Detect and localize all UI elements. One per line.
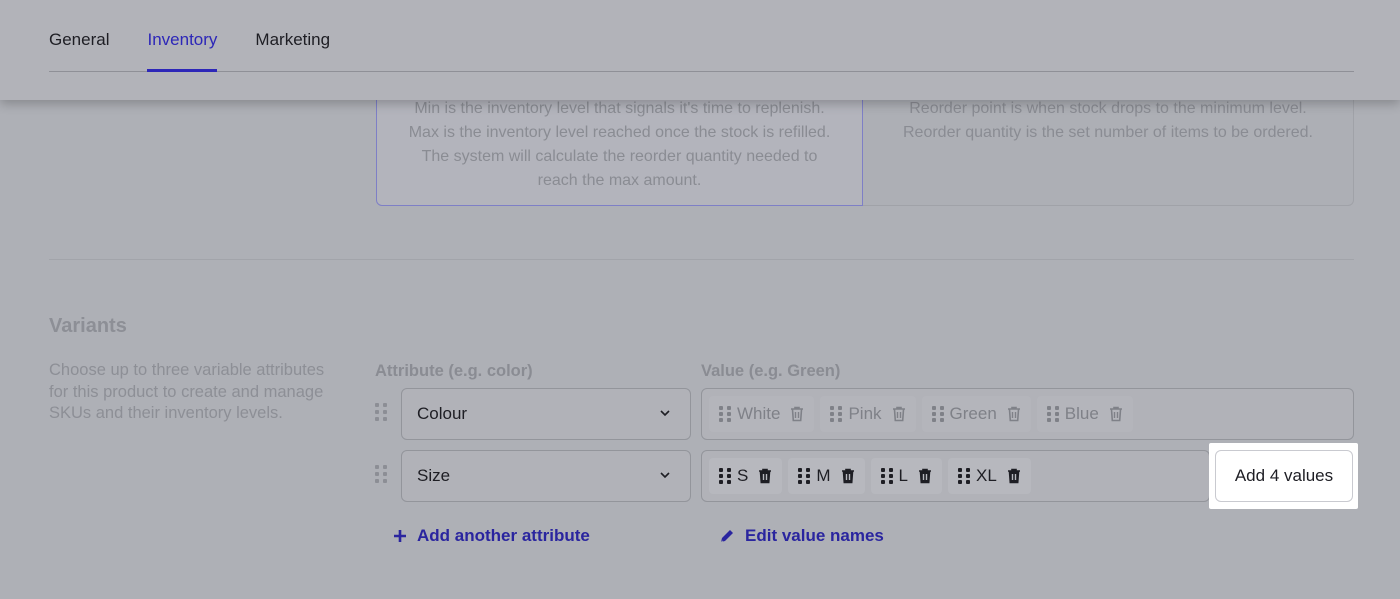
trash-icon[interactable] bbox=[758, 468, 772, 484]
tab-bar: General Inventory Marketing bbox=[0, 0, 1400, 100]
attribute-select-colour[interactable]: Colour bbox=[401, 388, 691, 440]
grip-icon bbox=[830, 406, 843, 422]
reorder-point-description: Reorder point is when stock drops to the… bbox=[903, 100, 1313, 141]
grip-icon bbox=[1046, 406, 1059, 422]
value-chip-label: Pink bbox=[848, 404, 882, 423]
trash-icon[interactable] bbox=[1007, 406, 1021, 422]
attribute-select-value: Size bbox=[417, 466, 451, 485]
value-chip-label: White bbox=[737, 404, 781, 423]
variants-description: Choose up to three variable attributes f… bbox=[49, 361, 325, 422]
add-another-attribute-link[interactable]: Add another attribute bbox=[393, 526, 590, 546]
pencil-icon bbox=[721, 530, 733, 542]
tabs: General Inventory Marketing bbox=[49, 0, 1354, 72]
trash-icon[interactable] bbox=[1007, 468, 1021, 484]
add-values-button[interactable]: Add 4 values bbox=[1215, 450, 1353, 502]
value-chip[interactable]: Green bbox=[921, 396, 1031, 432]
edit-value-names-link[interactable]: Edit value names bbox=[719, 526, 884, 546]
trash-icon[interactable] bbox=[918, 468, 932, 484]
attribute-column-label: Attribute (e.g. color) bbox=[375, 362, 533, 380]
grip-icon bbox=[931, 406, 944, 422]
chevron-down-icon bbox=[660, 472, 670, 479]
value-chip-label: S bbox=[737, 466, 749, 485]
grip-icon bbox=[880, 468, 893, 484]
min-max-description: Min is the inventory level that signals … bbox=[408, 100, 831, 189]
grip-icon bbox=[798, 468, 811, 484]
attribute-select-size[interactable]: Size bbox=[401, 450, 691, 502]
edit-value-names-label: Edit value names bbox=[745, 526, 884, 545]
tab-marketing[interactable]: Marketing bbox=[255, 0, 330, 71]
chevron-down-icon bbox=[660, 410, 670, 417]
plus-icon bbox=[394, 530, 406, 542]
row-drag-handle-icon[interactable] bbox=[375, 465, 387, 485]
value-chip[interactable]: XL bbox=[947, 458, 1031, 494]
value-chip-label: L bbox=[898, 466, 908, 485]
attribute-select-value: Colour bbox=[417, 404, 468, 423]
trash-icon[interactable] bbox=[892, 406, 906, 422]
variants-title: Variants bbox=[49, 315, 127, 337]
row-drag-handle-icon[interactable] bbox=[375, 403, 387, 423]
values-field-colour[interactable]: White Pink Green Blue bbox=[701, 388, 1354, 440]
value-chip[interactable]: L bbox=[870, 458, 942, 494]
add-another-attribute-label: Add another attribute bbox=[417, 526, 590, 545]
value-chip[interactable]: White bbox=[709, 396, 815, 432]
tab-inventory[interactable]: Inventory bbox=[147, 0, 217, 72]
grip-icon bbox=[957, 468, 970, 484]
value-chip-label: M bbox=[816, 466, 831, 485]
value-chip-label: XL bbox=[975, 466, 997, 485]
grip-icon bbox=[719, 406, 731, 422]
value-chip[interactable]: S bbox=[709, 458, 783, 494]
value-chip-label: Green bbox=[949, 404, 997, 423]
trash-icon[interactable] bbox=[790, 406, 804, 422]
trash-icon[interactable] bbox=[841, 468, 855, 484]
value-chip-label: Blue bbox=[1064, 404, 1099, 423]
trash-icon[interactable] bbox=[1109, 406, 1123, 422]
value-chip[interactable]: Blue bbox=[1036, 396, 1133, 432]
value-column-label: Value (e.g. Green) bbox=[701, 362, 841, 380]
values-field-size[interactable]: S M L XL bbox=[701, 450, 1210, 502]
grip-icon bbox=[719, 468, 731, 484]
section-divider bbox=[49, 259, 1354, 260]
tab-general[interactable]: General bbox=[49, 0, 109, 71]
value-chip[interactable]: Pink bbox=[820, 396, 916, 432]
value-chip[interactable]: M bbox=[788, 458, 865, 494]
add-values-highlight: Add 4 values bbox=[1209, 443, 1358, 509]
